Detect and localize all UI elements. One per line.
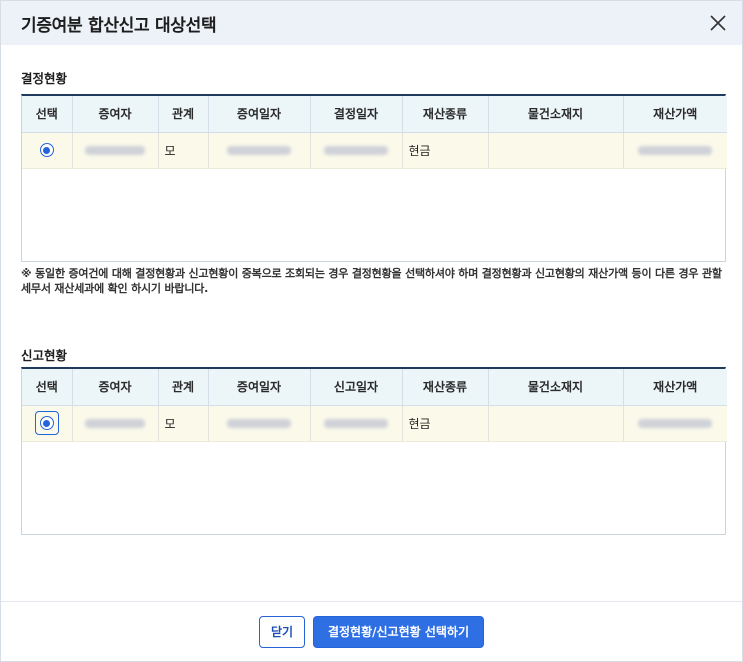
decision-header-row: 선택 증여자 관계 증여일자 결정일자 재산종류 물건소재지 재산가액 <box>22 96 727 133</box>
table-row[interactable]: 모 현금 <box>22 132 727 169</box>
radio-dot <box>43 419 51 427</box>
col-header: 관계 <box>158 369 209 406</box>
redacted-donor <box>85 419 145 428</box>
asset-value-cell <box>623 405 727 442</box>
relation-cell: 모 <box>158 405 209 442</box>
col-header: 증여일자 <box>208 369 311 406</box>
location-cell <box>488 132 624 169</box>
select-status-button[interactable]: 결정현황/신고현황 선택하기 <box>313 615 484 648</box>
report-section-title: 신고현황 <box>21 348 68 363</box>
notice-text: ※ 동일한 증여건에 대해 결정현황과 신고현황이 중복으로 조회되는 경우 결… <box>21 267 722 295</box>
row-radio[interactable] <box>39 416 54 430</box>
redacted-decision-date <box>324 146 388 155</box>
col-header: 신고일자 <box>310 369 403 406</box>
col-header: 재산종류 <box>402 96 489 133</box>
dialog: 기증여분 합산신고 대상선택 결정현황 선택 증여자 관계 증여일자 결정일자 … <box>0 0 743 662</box>
select-cell <box>22 405 73 442</box>
decision-section-title: 결정현황 <box>21 71 68 86</box>
report-date-cell <box>310 405 403 442</box>
redacted-report-date <box>324 419 388 428</box>
col-header: 선택 <box>22 369 73 406</box>
report-header-row: 선택 증여자 관계 증여일자 신고일자 재산종류 물건소재지 재산가액 <box>22 369 727 406</box>
redacted-gift-date <box>227 146 291 155</box>
radio-dot <box>43 146 51 154</box>
gift-date-cell <box>208 132 311 169</box>
donor-cell <box>72 132 159 169</box>
redacted-asset-value <box>638 419 713 428</box>
dialog-header: 기증여분 합산신고 대상선택 <box>1 1 742 45</box>
asset-type-cell: 현금 <box>402 132 489 169</box>
col-header: 증여자 <box>72 96 159 133</box>
gift-date-cell <box>208 405 311 442</box>
col-header: 물건소재지 <box>488 96 624 133</box>
decision-date-cell <box>310 132 403 169</box>
col-header: 관계 <box>158 96 209 133</box>
dialog-title: 기증여분 합산신고 대상선택 <box>21 15 217 36</box>
decision-table: 선택 증여자 관계 증여일자 결정일자 재산종류 물건소재지 재산가액 모 현금 <box>21 94 727 262</box>
donor-cell <box>72 405 159 442</box>
col-header: 증여일자 <box>208 96 311 133</box>
row-radio[interactable] <box>39 143 54 158</box>
asset-value-cell <box>623 132 727 169</box>
close-button[interactable]: 닫기 <box>259 615 305 648</box>
col-header: 재산가액 <box>623 96 727 133</box>
report-table: 선택 증여자 관계 증여일자 신고일자 재산종류 물건소재지 재산가액 모 현금 <box>21 367 727 535</box>
asset-type-cell: 현금 <box>402 405 489 442</box>
col-header: 물건소재지 <box>488 369 624 406</box>
col-header: 재산종류 <box>402 369 489 406</box>
redacted-gift-date <box>227 419 291 428</box>
col-header: 선택 <box>22 96 73 133</box>
col-header: 증여자 <box>72 369 159 406</box>
redacted-donor <box>85 146 145 155</box>
col-header: 결정일자 <box>310 96 403 133</box>
redacted-asset-value <box>638 146 713 155</box>
row-radio-focus-ring <box>34 411 59 435</box>
dialog-footer: 닫기 결정현황/신고현황 선택하기 <box>1 601 742 661</box>
select-cell <box>22 132 73 169</box>
table-row[interactable]: 모 현금 <box>22 405 727 442</box>
location-cell <box>488 405 624 442</box>
close-icon[interactable] <box>704 9 732 37</box>
col-header: 재산가액 <box>623 369 727 406</box>
relation-cell: 모 <box>158 132 209 169</box>
